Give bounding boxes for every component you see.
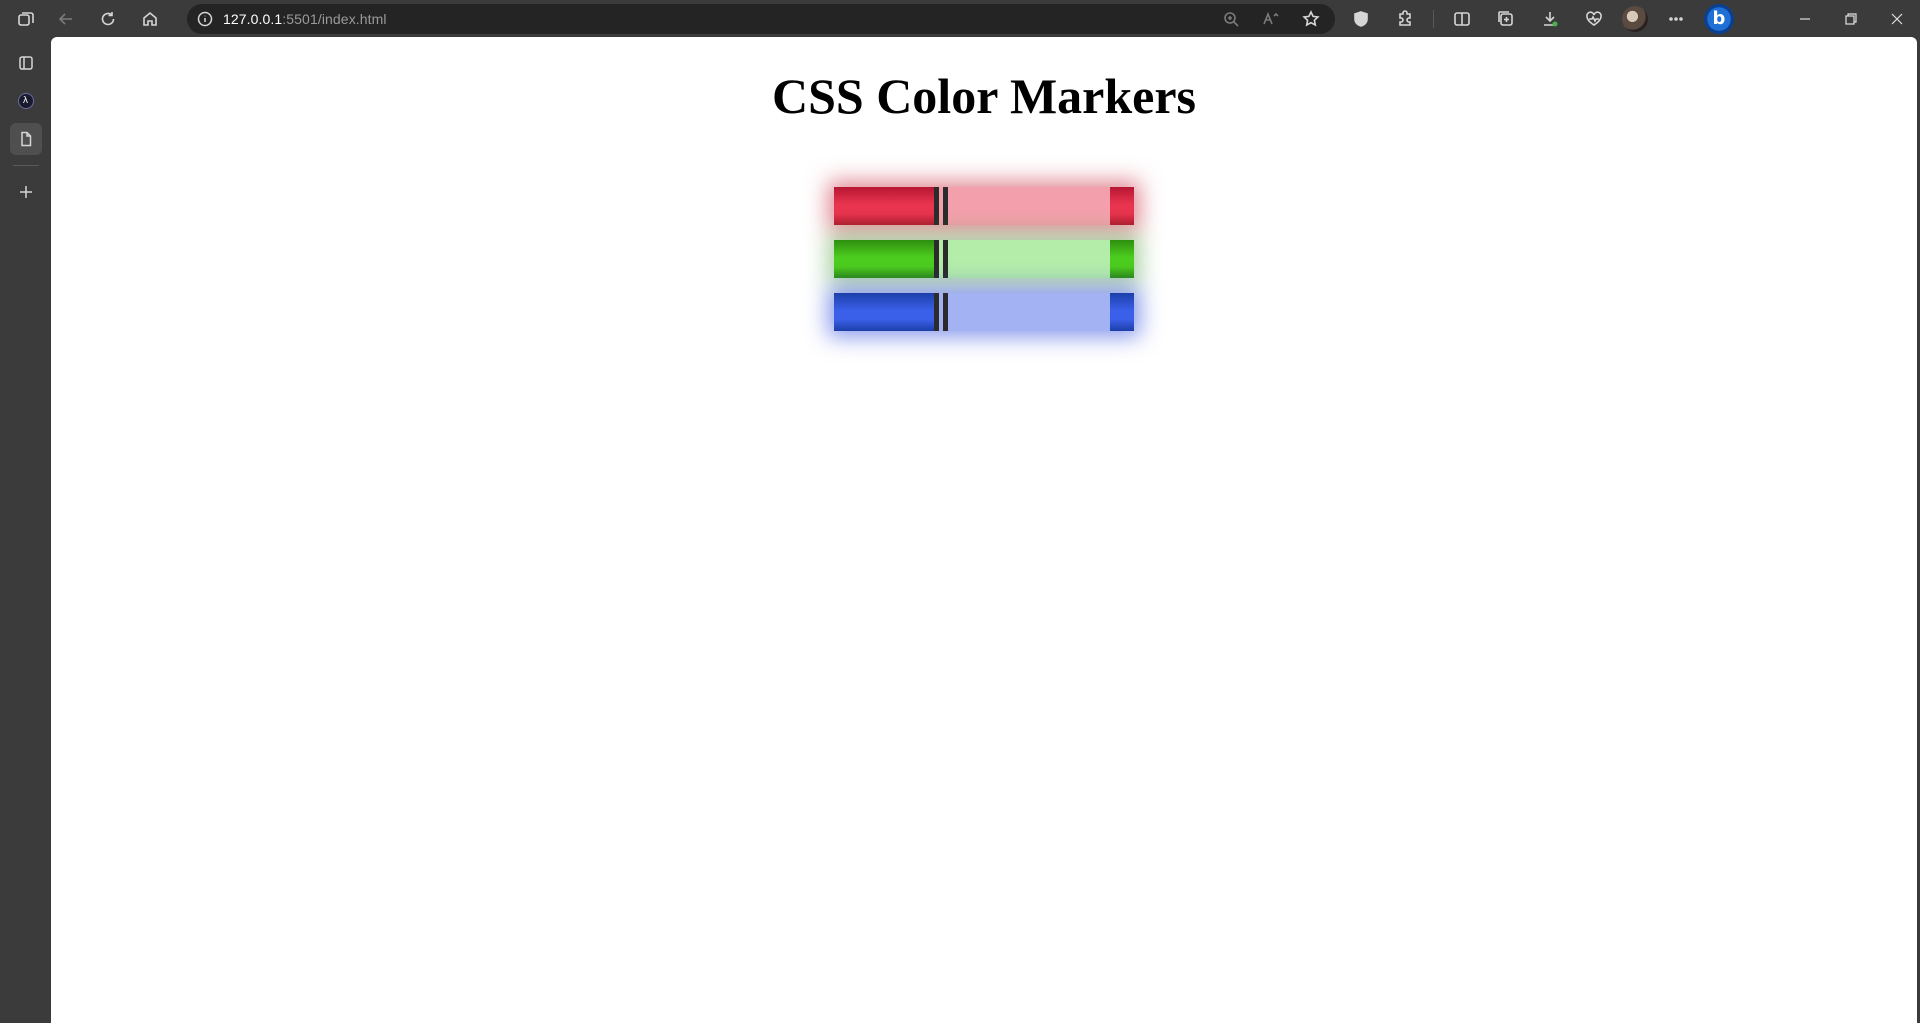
- zoom-icon[interactable]: [1215, 3, 1247, 35]
- favorite-star-icon[interactable]: [1295, 3, 1327, 35]
- more-options-icon[interactable]: [1660, 3, 1692, 35]
- marker-tip: [1110, 293, 1134, 331]
- marker-tip: [1110, 240, 1134, 278]
- collections-icon[interactable]: [1490, 3, 1522, 35]
- marker-body: [834, 240, 934, 278]
- extensions-icon[interactable]: [1389, 3, 1421, 35]
- shield-icon[interactable]: [1345, 3, 1377, 35]
- new-tab-icon[interactable]: [10, 176, 42, 208]
- read-aloud-icon[interactable]: [1255, 3, 1287, 35]
- markers-container: [834, 187, 1134, 346]
- browser-essentials-icon[interactable]: [1578, 3, 1610, 35]
- page-tab-icon[interactable]: [9, 123, 42, 155]
- toolbar-divider: [1433, 9, 1434, 28]
- marker-body: [834, 293, 934, 331]
- bing-copilot-icon[interactable]: b: [1704, 3, 1734, 34]
- back-icon[interactable]: [50, 3, 82, 35]
- marker-ring: [934, 240, 948, 278]
- marker-cap: [948, 240, 1110, 278]
- page-title: CSS Color Markers: [771, 68, 1197, 124]
- marker-blue: [834, 293, 1134, 331]
- marker-body: [834, 187, 934, 225]
- marker-tip: [1110, 187, 1134, 225]
- minimize-icon[interactable]: [1782, 0, 1828, 37]
- home-icon[interactable]: [134, 3, 166, 35]
- marker-ring: [934, 187, 948, 225]
- close-icon[interactable]: [1874, 0, 1920, 37]
- page-viewport: CSS Color Markers: [51, 37, 1917, 1023]
- split-screen-icon[interactable]: [1446, 3, 1478, 35]
- address-bar[interactable]: 127.0.0.1:5501/index.html: [187, 4, 1335, 34]
- marker-green: [834, 240, 1134, 278]
- downloads-icon[interactable]: [1534, 3, 1566, 35]
- refresh-icon[interactable]: [92, 3, 124, 35]
- profile-avatar[interactable]: [1622, 5, 1648, 32]
- devtools-tab-icon[interactable]: λ: [10, 85, 42, 117]
- restore-icon[interactable]: [1828, 0, 1874, 37]
- marker-cap: [948, 187, 1110, 225]
- marker-red: [834, 187, 1134, 225]
- marker-cap: [948, 293, 1110, 331]
- workspaces-icon[interactable]: [10, 3, 42, 35]
- browser-titlebar: 127.0.0.1:5501/index.html b: [0, 0, 1920, 37]
- marker-ring: [934, 293, 948, 331]
- vertical-tabs-sidebar: λ: [0, 37, 51, 1023]
- url-text[interactable]: 127.0.0.1:5501/index.html: [223, 11, 387, 27]
- tab-actions-icon[interactable]: [10, 47, 42, 79]
- sidebar-divider: [12, 165, 39, 166]
- site-info-icon[interactable]: [187, 11, 223, 27]
